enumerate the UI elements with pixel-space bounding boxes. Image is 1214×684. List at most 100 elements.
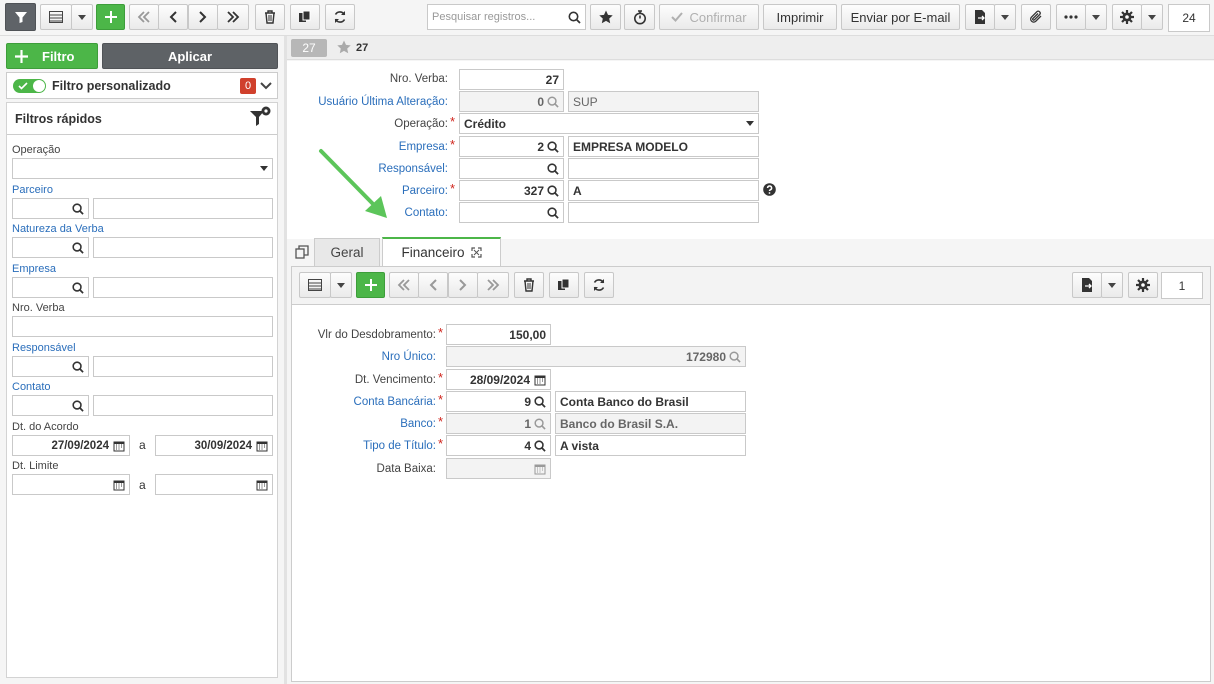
confirm-button[interactable]: Confirmar xyxy=(659,4,759,30)
search-icon[interactable] xyxy=(547,206,559,219)
custom-filter-toggle[interactable] xyxy=(13,79,46,93)
settings-button[interactable] xyxy=(1112,4,1142,30)
fin-first-button[interactable] xyxy=(389,272,419,298)
filter-dt-acordo-from[interactable]: 27/09/2024 xyxy=(12,435,130,456)
search-icon[interactable] xyxy=(568,11,581,24)
send-email-button[interactable]: Enviar por E-mail xyxy=(841,4,960,30)
filter-natureza-name[interactable] xyxy=(93,237,273,258)
search-icon[interactable] xyxy=(534,395,546,408)
tipo-titulo-name-input[interactable]: A vista xyxy=(555,435,746,456)
search-icon[interactable] xyxy=(72,241,84,254)
fin-settings-button[interactable] xyxy=(1128,272,1158,298)
search-icon[interactable] xyxy=(547,184,559,197)
filter-contato-name[interactable] xyxy=(93,395,273,416)
apply-filter-button[interactable]: Aplicar xyxy=(102,43,278,69)
view-mode-dropdown[interactable] xyxy=(71,4,93,30)
filter-empresa-name[interactable] xyxy=(93,277,273,298)
conta-bancaria-name-input[interactable]: Conta Banco do Brasil xyxy=(555,391,746,412)
calendar-icon[interactable] xyxy=(256,440,268,452)
fin-export-button[interactable] xyxy=(1072,272,1102,298)
fin-page-number-input[interactable]: 1 xyxy=(1161,272,1203,299)
help-icon[interactable] xyxy=(763,183,776,196)
parceiro-code-input[interactable]: 327 xyxy=(459,180,564,201)
export-dropdown[interactable] xyxy=(994,4,1016,30)
favorite-button[interactable] xyxy=(590,4,621,30)
conta-bancaria-code-input[interactable]: 9 xyxy=(446,391,551,412)
parceiro-name-input[interactable]: A xyxy=(568,180,759,201)
filter-nro-verba-input[interactable] xyxy=(12,316,273,337)
last-record-button[interactable] xyxy=(217,4,249,30)
filter-responsavel-code[interactable] xyxy=(12,356,89,377)
print-button[interactable]: Imprimir xyxy=(763,4,837,30)
filter-parceiro-name[interactable] xyxy=(93,198,273,219)
calendar-icon[interactable] xyxy=(534,374,546,386)
tab-financeiro[interactable]: Financeiro xyxy=(382,237,501,267)
empresa-name-input[interactable]: EMPRESA MODELO xyxy=(568,136,759,157)
fin-add-button[interactable] xyxy=(356,272,385,298)
search-icon[interactable] xyxy=(72,281,84,294)
first-record-button[interactable] xyxy=(129,4,159,30)
chevron-down-icon[interactable] xyxy=(260,82,272,90)
search-icon[interactable] xyxy=(72,202,84,215)
operacao-select[interactable]: Crédito xyxy=(459,113,759,134)
search-icon[interactable] xyxy=(72,360,84,373)
tipo-titulo-code-input[interactable]: 4 xyxy=(446,435,551,456)
vlr-desdobramento-input[interactable]: 150,00 xyxy=(446,324,551,345)
contato-code-input[interactable] xyxy=(459,202,564,223)
export-button[interactable] xyxy=(965,4,995,30)
filter-contato-code[interactable] xyxy=(12,395,89,416)
delete-button[interactable] xyxy=(255,4,285,30)
duplicate-button[interactable] xyxy=(290,4,320,30)
fin-duplicate-button[interactable] xyxy=(549,272,579,298)
search-icon[interactable] xyxy=(547,162,559,175)
search-input[interactable]: Pesquisar registros... xyxy=(427,4,586,30)
calendar-icon[interactable] xyxy=(113,479,125,491)
add-record-button[interactable] xyxy=(96,4,125,30)
add-filter-button[interactable]: Filtro xyxy=(6,43,98,69)
responsavel-name-input[interactable] xyxy=(568,158,759,179)
fin-view-mode-dropdown[interactable] xyxy=(330,272,352,298)
timer-button[interactable] xyxy=(624,4,655,30)
fin-previous-button[interactable] xyxy=(418,272,448,298)
nro-verba-input[interactable]: 27 xyxy=(459,69,564,90)
more-options-button[interactable] xyxy=(1056,4,1086,30)
fin-refresh-button[interactable] xyxy=(584,272,614,298)
fin-next-button[interactable] xyxy=(448,272,478,298)
copy-tabs-icon[interactable] xyxy=(295,245,309,259)
settings-dropdown[interactable] xyxy=(1141,4,1163,30)
expand-icon[interactable] xyxy=(470,247,482,258)
refresh-button[interactable] xyxy=(325,4,355,30)
filter-natureza-code[interactable] xyxy=(12,237,89,258)
fin-delete-button[interactable] xyxy=(514,272,544,298)
fin-export-dropdown[interactable] xyxy=(1101,272,1123,298)
tab-geral[interactable]: Geral xyxy=(314,238,380,266)
filter-toggle-button[interactable] xyxy=(5,3,36,31)
previous-record-button[interactable] xyxy=(158,4,188,30)
search-icon[interactable] xyxy=(534,439,546,452)
empresa-code-input[interactable]: 2 xyxy=(459,136,564,157)
page-size-input[interactable]: 24 xyxy=(1168,4,1210,32)
search-placeholder: Pesquisar registros... xyxy=(432,11,536,23)
next-record-button[interactable] xyxy=(188,4,218,30)
filter-parceiro-code[interactable] xyxy=(12,198,89,219)
fin-last-button[interactable] xyxy=(477,272,509,298)
fin-view-mode-button[interactable] xyxy=(299,272,331,298)
view-mode-button[interactable] xyxy=(40,4,72,30)
filter-responsavel-name[interactable] xyxy=(93,356,273,377)
search-icon[interactable] xyxy=(547,140,559,153)
filter-settings-icon[interactable] xyxy=(248,106,272,130)
attachment-button[interactable] xyxy=(1021,4,1051,30)
more-options-dropdown[interactable] xyxy=(1085,4,1107,30)
search-icon[interactable] xyxy=(72,399,84,412)
filter-dt-limite-to[interactable] xyxy=(155,474,273,495)
contato-name-input[interactable] xyxy=(568,202,759,223)
filter-operacao-select[interactable] xyxy=(12,158,273,179)
dt-vencimento-input[interactable]: 28/09/2024 xyxy=(446,369,551,390)
calendar-icon[interactable] xyxy=(256,479,268,491)
responsavel-code-input[interactable] xyxy=(459,158,564,179)
filter-dt-limite-from[interactable] xyxy=(12,474,130,495)
filter-dt-acordo-to[interactable]: 30/09/2024 xyxy=(155,435,273,456)
favorite-star-icon[interactable] xyxy=(337,40,351,54)
filter-empresa-code[interactable] xyxy=(12,277,89,298)
calendar-icon[interactable] xyxy=(113,440,125,452)
